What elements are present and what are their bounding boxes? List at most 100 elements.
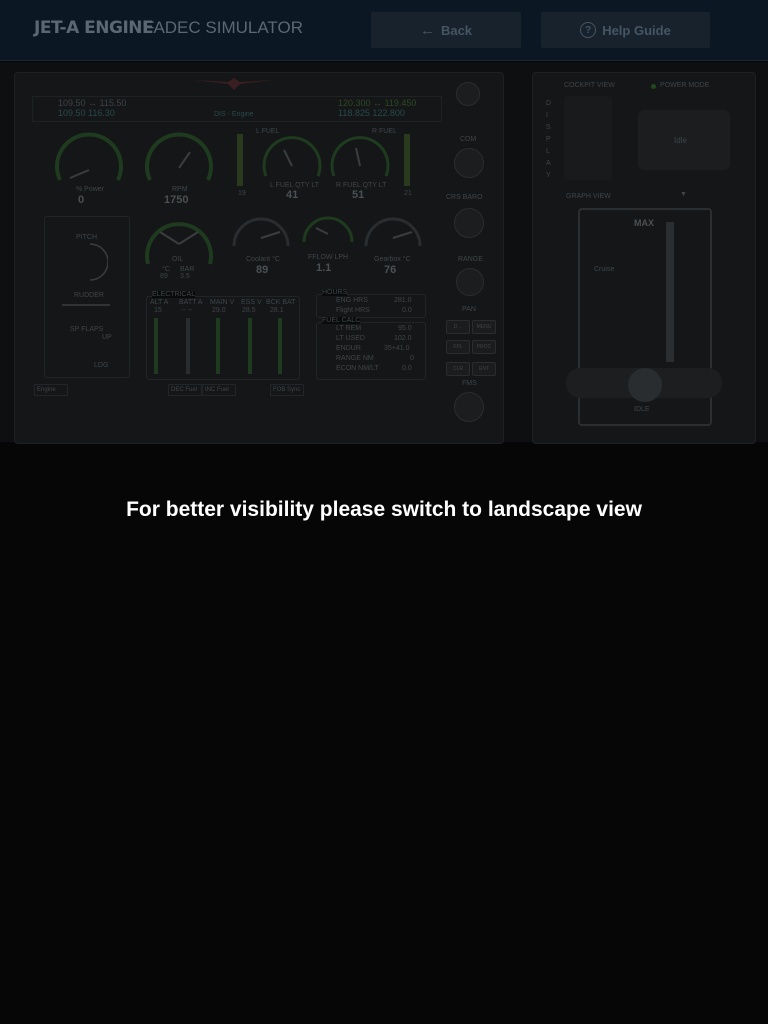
com-label: COM — [460, 136, 477, 143]
elec-value-batt: -- -- — [181, 307, 193, 314]
right-fuel-bar — [404, 134, 410, 186]
com-knob[interactable] — [454, 148, 484, 178]
throttle-handle[interactable] — [628, 368, 662, 402]
proc-button[interactable]: PROC — [472, 340, 496, 354]
fuel-flow-value: 1.1 — [316, 262, 332, 274]
crs-baro-knob[interactable] — [454, 208, 484, 238]
back-button-label: Back — [440, 22, 473, 38]
throttle-frame: MAX Cruise IDLE — [566, 208, 722, 426]
flaps-ldg-label: LDG — [94, 362, 109, 369]
power-value: 0 — [78, 194, 85, 206]
elec-value-bck: 28.1 — [270, 307, 284, 314]
gearbox-value: 76 — [384, 264, 397, 276]
fuel-calc-value-4: 0 — [410, 355, 414, 362]
display-letter-i: I — [546, 112, 548, 119]
oil-pressure-unit: BAR — [180, 266, 195, 273]
elec-bar-batt — [186, 318, 190, 374]
menu-button[interactable]: MENU — [472, 320, 496, 334]
fuel-calc-label-5: ECON NM/LT — [336, 365, 379, 372]
flaps-up-label: UP — [102, 334, 112, 341]
chevron-down-icon[interactable]: ▼ — [680, 191, 687, 198]
fuel-calc-label-1: LT REM — [336, 325, 362, 332]
softkey-fob-sync[interactable]: FOB Sync — [270, 384, 304, 396]
throttle-cruise-label: Cruise — [594, 266, 615, 273]
volume-knob[interactable] — [456, 82, 480, 106]
flaps-label: SP FLAPS — [70, 326, 104, 333]
elec-value-alt: 15 — [154, 307, 162, 314]
gearbox-label: Gearbox °C — [374, 256, 411, 263]
gearbox-gauge — [364, 217, 422, 247]
hours-eng-label: ENG HRS — [336, 297, 368, 304]
throttle-max-label: MAX — [634, 218, 654, 228]
elec-bar-main — [216, 318, 220, 374]
fpl-button[interactable]: FPL — [446, 340, 470, 354]
coolant-gauge — [232, 217, 290, 247]
elec-header-main: MAIN V — [210, 299, 235, 306]
range-label: RANGE — [458, 256, 483, 263]
coolant-label: Coolant °C — [246, 256, 280, 263]
left-fuel-qty-label: L FUEL QTY LT — [270, 182, 320, 189]
pan-label: PAN — [462, 306, 476, 313]
power-mode-indicator — [651, 84, 656, 89]
arrow-left-icon: ← — [419, 21, 435, 39]
display-letter-d: D — [546, 100, 552, 107]
rpm-gauge — [145, 132, 213, 181]
hours-flight-value: 0.0 — [402, 307, 412, 314]
cockpit-view-switch[interactable] — [564, 96, 612, 180]
app-subtitle: FADEC SIMULATOR — [144, 18, 304, 37]
back-button[interactable]: ← Back — [371, 12, 521, 48]
display-letter-a: A — [546, 160, 551, 167]
help-guide-button[interactable]: ? Help Guide — [541, 12, 710, 48]
fuel-calc-value-3: 35+41.0 — [384, 345, 410, 352]
power-mode-label: POWER MODE — [660, 82, 710, 89]
fuel-calc-label-4: RANGE NM — [336, 355, 374, 362]
direct-to-button[interactable]: D→ — [446, 320, 470, 334]
rpm-label: RPM — [172, 186, 188, 193]
right-fuel-qty: 51 — [352, 189, 365, 201]
rudder-label: RUDDER — [74, 292, 104, 299]
oil-temp-value: 89 — [160, 273, 168, 280]
softkey-dec-fuel[interactable]: DEC Fuel — [168, 384, 202, 396]
range-knob[interactable] — [456, 268, 484, 296]
oil-gauge — [145, 222, 213, 265]
clr-button[interactable]: CLR — [446, 362, 470, 376]
fuel-flow-label: FFLOW LPH — [308, 254, 349, 261]
softkey-engine[interactable]: Engine — [34, 384, 68, 396]
power-gauge — [55, 132, 123, 181]
fms-knob[interactable] — [454, 392, 484, 422]
com-frequency-active: 120.300 ↔ 119.450 — [338, 98, 417, 108]
hours-title: HOURS — [322, 289, 348, 296]
power-mode-value: Idle — [674, 136, 687, 145]
pitch-label: PITCH — [76, 234, 97, 241]
elec-value-ess: 28.5 — [242, 307, 256, 314]
help-guide-label: Help Guide — [602, 22, 671, 38]
fuel-calc-value-2: 102.0 — [394, 335, 412, 342]
throttle-idle-label: IDLE — [634, 406, 650, 413]
rudder-bar — [62, 304, 110, 306]
coolant-value: 89 — [256, 264, 269, 276]
nav-frequency-standby: 109.50 116.30 — [58, 108, 115, 118]
hours-eng-value: 281.0 — [394, 297, 412, 304]
top-bar: JET-A ENGINE FADEC SIMULATOR ← Back ? He… — [0, 0, 768, 61]
left-fuel-qty: 41 — [286, 189, 299, 201]
oil-pressure-value: 3.5 — [180, 273, 190, 280]
elec-header-bck: BCK BAT — [266, 299, 296, 306]
right-fuel-qty-label: R FUEL QTY LT — [336, 182, 387, 189]
elec-header-ess: ESS V — [241, 299, 262, 306]
orientation-message: For better visibility please switch to l… — [126, 498, 642, 521]
oil-label: OIL — [172, 256, 184, 263]
left-bar-value: 19 — [238, 190, 246, 197]
graph-view-label: GRAPH VIEW — [566, 193, 611, 200]
oil-temp-unit: °C — [162, 266, 170, 273]
nav-frequency-active: 109.50 ↔ 115.50 — [58, 98, 127, 108]
help-icon: ? — [580, 22, 597, 38]
com-frequency-standby: 118.825 122.800 — [338, 108, 405, 118]
fuel-flow-gauge — [302, 216, 354, 243]
fuel-calc-label-2: LT USED — [336, 335, 365, 342]
ent-button[interactable]: ENT — [472, 362, 496, 376]
display-letter-l: L — [546, 148, 550, 155]
display-letter-s: S — [546, 124, 551, 131]
crs-baro-label: CRS BARO — [446, 194, 483, 201]
fuel-calc-label-3: ENDUR — [336, 345, 361, 352]
softkey-inc-fuel[interactable]: INC Fuel — [202, 384, 236, 396]
